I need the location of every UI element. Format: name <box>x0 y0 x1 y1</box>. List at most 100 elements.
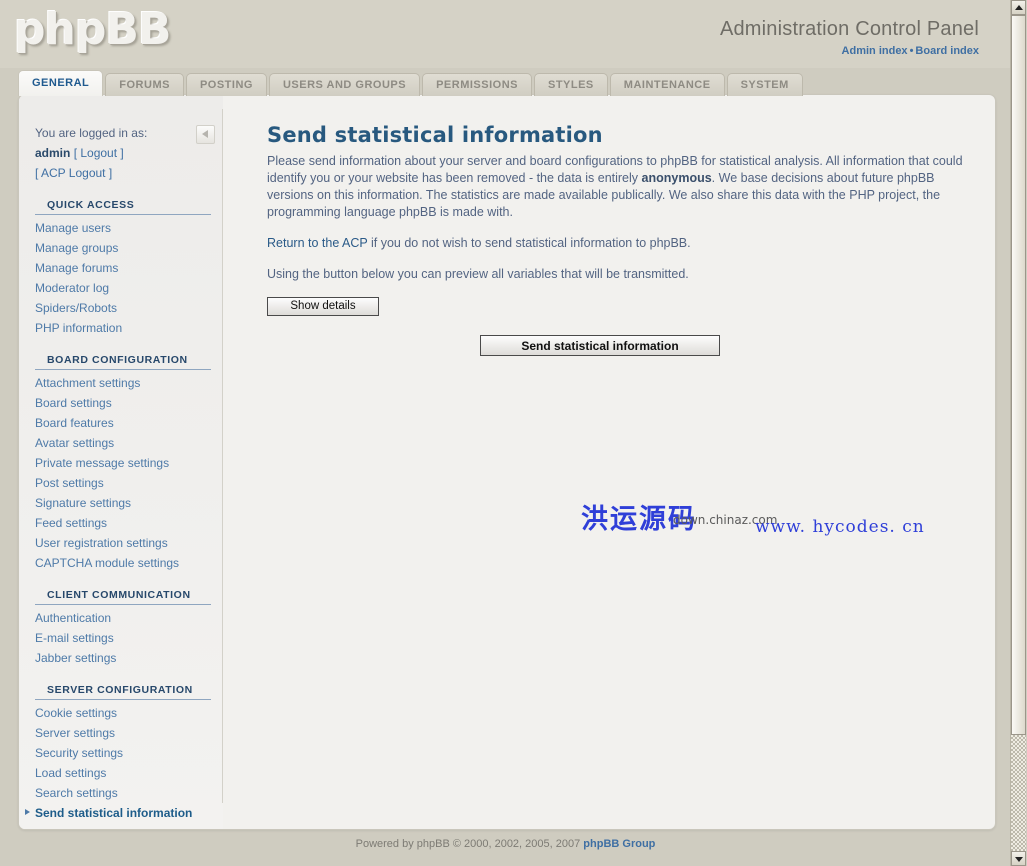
acp-logout-link[interactable]: [ ACP Logout ] <box>35 166 112 180</box>
list-item: Load settings <box>19 763 223 783</box>
tab-maintenance[interactable]: MAINTENANCE <box>609 73 725 96</box>
sidebar-item-moderator-log[interactable]: Moderator log <box>19 278 223 298</box>
scrollbar-track[interactable] <box>1011 735 1026 851</box>
logout-link[interactable]: [ Logout ] <box>74 146 124 160</box>
scrollbar-up-button[interactable] <box>1011 0 1026 15</box>
sidebar-item-search-settings[interactable]: Search settings <box>19 783 223 803</box>
footer: Powered by phpBB © 2000, 2002, 2005, 200… <box>0 838 1011 850</box>
list-item: CAPTCHA module settings <box>19 553 223 573</box>
phpbb-logo: phpBB <box>14 4 171 55</box>
sidebar-item-authentication[interactable]: Authentication <box>19 608 223 628</box>
sidebar-item-post-settings[interactable]: Post settings <box>19 473 223 493</box>
list-item: Security settings <box>19 743 223 763</box>
sidebar-item-security-settings[interactable]: Security settings <box>19 743 223 763</box>
list-item: E-mail settings <box>19 628 223 648</box>
content-area: Send statistical information Please send… <box>223 95 995 829</box>
tab-permissions[interactable]: PERMISSIONS <box>422 73 532 96</box>
acp-main-panel: You are logged in as: admin [ Logout ] [… <box>18 94 996 830</box>
show-details-button[interactable]: Show details <box>267 297 379 316</box>
sidebar-item-php-information[interactable]: PHP information <box>19 318 223 338</box>
list-item: Post settings <box>19 473 223 493</box>
return-to-acp-link[interactable]: Return to the ACP <box>267 236 368 250</box>
watermark: 洪运源码 down.chinaz.com www. hycodes. cn <box>563 495 963 555</box>
sidebar-section-server-configuration: SERVER CONFIGURATION Cookie settings Ser… <box>19 684 223 823</box>
watermark-chinese-text: 洪运源码 <box>581 504 697 535</box>
list-item: Manage users <box>19 218 223 238</box>
list-item: Signature settings <box>19 493 223 513</box>
sidebar-item-user-registration-settings[interactable]: User registration settings <box>19 533 223 553</box>
list-item: Cookie settings <box>19 703 223 723</box>
watermark-site-text: www. hycodes. cn <box>755 517 925 537</box>
sidebar-list-server-configuration: Cookie settings Server settings Security… <box>19 703 223 823</box>
list-item: Board features <box>19 413 223 433</box>
content-paragraph-3: Using the button below you can preview a… <box>267 267 689 281</box>
acp-logout-line: [ ACP Logout ] <box>35 163 211 183</box>
footer-phpbb-group-link[interactable]: phpBB Group <box>583 838 655 850</box>
sidebar-heading-server-configuration: SERVER CONFIGURATION <box>35 684 211 700</box>
sidebar-collapse-button[interactable] <box>196 125 215 144</box>
sidebar-heading-client-communication: CLIENT COMMUNICATION <box>35 589 211 605</box>
watermark-chinaz-text: down.chinaz.com <box>673 513 778 527</box>
tab-posting[interactable]: POSTING <box>185 73 267 96</box>
page-viewport: phpBB Administration Control Panel Admin… <box>0 0 1011 866</box>
tab-general[interactable]: GENERAL <box>18 70 104 96</box>
send-statistical-information-button[interactable]: Send statistical information <box>480 335 720 356</box>
tab-system[interactable]: SYSTEM <box>726 73 803 96</box>
sidebar-item-manage-forums[interactable]: Manage forums <box>19 258 223 278</box>
sidebar-section-client-communication: CLIENT COMMUNICATION Authentication E-ma… <box>19 589 223 668</box>
sidebar: You are logged in as: admin [ Logout ] [… <box>19 95 223 829</box>
sidebar-item-avatar-settings[interactable]: Avatar settings <box>19 433 223 453</box>
sidebar-item-jabber-settings[interactable]: Jabber settings <box>19 648 223 668</box>
sidebar-item-cookie-settings[interactable]: Cookie settings <box>19 703 223 723</box>
sidebar-list-client-communication: Authentication E-mail settings Jabber se… <box>19 608 223 668</box>
sidebar-item-spiders-robots[interactable]: Spiders/Robots <box>19 298 223 318</box>
paragraph2-text: if you do not wish to send statistical i… <box>367 236 691 250</box>
scrollbar-thumb[interactable] <box>1011 15 1026 735</box>
sidebar-item-attachment-settings[interactable]: Attachment settings <box>19 373 223 393</box>
footer-copyright-text: Powered by phpBB © 2000, 2002, 2005, 200… <box>355 838 584 850</box>
list-item: Jabber settings <box>19 648 223 668</box>
sidebar-item-load-settings[interactable]: Load settings <box>19 763 223 783</box>
sidebar-list-board-configuration: Attachment settings Board settings Board… <box>19 373 223 573</box>
sidebar-item-manage-groups[interactable]: Manage groups <box>19 238 223 258</box>
board-index-link[interactable]: Board index <box>915 45 979 57</box>
list-item: Manage groups <box>19 238 223 258</box>
list-item: Avatar settings <box>19 433 223 453</box>
admin-index-link[interactable]: Admin index <box>842 45 908 57</box>
list-item: Feed settings <box>19 513 223 533</box>
header-links: Admin index • Board index <box>842 45 979 57</box>
sidebar-item-signature-settings[interactable]: Signature settings <box>19 493 223 513</box>
sidebar-section-board-configuration: BOARD CONFIGURATION Attachment settings … <box>19 354 223 573</box>
list-item: Send statistical information <box>19 803 223 823</box>
triangle-up-icon <box>1015 5 1023 10</box>
sidebar-section-quick-access: QUICK ACCESS Manage users Manage groups … <box>19 199 223 338</box>
tab-styles[interactable]: STYLES <box>533 73 608 96</box>
list-item: Search settings <box>19 783 223 803</box>
content-paragraph-2: Return to the ACP if you do not wish to … <box>267 235 973 252</box>
content-title: Send statistical information <box>267 123 603 147</box>
sidebar-item-board-settings[interactable]: Board settings <box>19 393 223 413</box>
triangle-down-icon <box>1015 857 1023 862</box>
tab-users-and-groups[interactable]: USERS AND GROUPS <box>268 73 421 96</box>
sidebar-item-manage-users[interactable]: Manage users <box>19 218 223 238</box>
tab-forums[interactable]: FORUMS <box>105 73 184 96</box>
list-item: Moderator log <box>19 278 223 298</box>
list-item: Spiders/Robots <box>19 298 223 318</box>
sidebar-item-send-statistical-information[interactable]: Send statistical information <box>19 803 223 823</box>
sidebar-heading-board-configuration: BOARD CONFIGURATION <box>35 354 211 370</box>
sidebar-heading-quick-access: QUICK ACCESS <box>35 199 211 215</box>
send-stats-button-row: Send statistical information <box>267 335 973 356</box>
vertical-scrollbar[interactable] <box>1010 0 1027 866</box>
sidebar-item-board-features[interactable]: Board features <box>19 413 223 433</box>
username: admin <box>35 146 71 160</box>
sidebar-item-server-settings[interactable]: Server settings <box>19 723 223 743</box>
sidebar-item-email-settings[interactable]: E-mail settings <box>19 628 223 648</box>
sidebar-item-captcha-module-settings[interactable]: CAPTCHA module settings <box>19 553 223 573</box>
active-item-marker-icon <box>25 809 30 815</box>
list-item: PHP information <box>19 318 223 338</box>
list-item: Authentication <box>19 608 223 628</box>
sidebar-item-private-message-settings[interactable]: Private message settings <box>19 453 223 473</box>
sidebar-list-quick-access: Manage users Manage groups Manage forums… <box>19 218 223 338</box>
scrollbar-down-button[interactable] <box>1011 851 1026 866</box>
sidebar-item-feed-settings[interactable]: Feed settings <box>19 513 223 533</box>
